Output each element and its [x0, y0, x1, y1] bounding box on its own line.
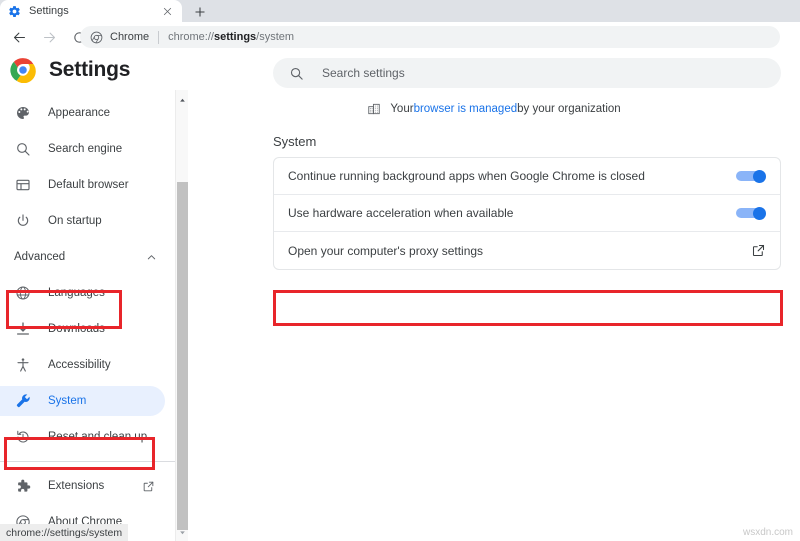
sidebar-item-label: Advanced: [14, 251, 65, 263]
omnibox-url-prefix: chrome://: [168, 31, 214, 43]
row-open-proxy-settings[interactable]: Open your computer's proxy settings: [274, 232, 780, 269]
managed-link[interactable]: browser is managed: [414, 103, 518, 115]
row-hardware-acceleration[interactable]: Use hardware acceleration when available: [274, 195, 780, 232]
address-bar[interactable]: Chrome chrome://settings/system: [80, 26, 780, 48]
sidebar-item-label: Search engine: [48, 143, 122, 155]
domain-building-icon: [367, 102, 381, 116]
row-background-apps[interactable]: Continue running background apps when Go…: [274, 158, 780, 195]
sidebar-nav-list: Appearance Search engine: [0, 95, 175, 540]
wrench-icon: [14, 392, 32, 410]
back-arrow-icon[interactable]: [6, 24, 32, 50]
sidebar-item-label: On startup: [48, 215, 102, 227]
sidebar-item-label: System: [48, 395, 86, 407]
omnibox-url-suffix: /system: [256, 31, 294, 43]
scrollbar-thumb[interactable]: [177, 182, 188, 530]
settings-content: Your browser is managed by your organiza…: [188, 52, 800, 541]
page-title: Settings: [49, 58, 130, 82]
search-icon: [14, 140, 32, 158]
sidebar-item-reset-and-clean-up[interactable]: Reset and clean up: [0, 419, 175, 455]
scroll-up-icon[interactable]: [176, 94, 188, 107]
toggle-background-apps[interactable]: [736, 170, 766, 183]
omnibox-url: chrome://settings/system: [168, 31, 294, 43]
row-label: Use hardware acceleration when available: [288, 206, 736, 220]
sidebar-item-label: Default browser: [48, 179, 129, 191]
sidebar-section-advanced[interactable]: Advanced: [0, 239, 175, 275]
scroll-down-icon[interactable]: [176, 526, 188, 539]
managed-browser-banner: Your browser is managed by your organiza…: [188, 102, 800, 116]
omnibox-url-bold: settings: [214, 31, 256, 43]
forward-arrow-icon[interactable]: [36, 24, 62, 50]
external-link-icon[interactable]: [751, 243, 766, 258]
search-input[interactable]: [320, 65, 765, 81]
toggle-hardware-acceleration[interactable]: [736, 207, 766, 220]
sidebar-item-appearance[interactable]: Appearance: [0, 95, 175, 131]
restore-icon: [14, 428, 32, 446]
settings-sidebar: Settings Appearance: [0, 52, 175, 541]
sidebar-item-languages[interactable]: Languages: [0, 275, 175, 311]
toggle-knob: [753, 170, 766, 183]
new-tab-button[interactable]: [190, 2, 209, 21]
settings-header: Settings: [10, 57, 130, 83]
row-label: Open your computer's proxy settings: [288, 244, 751, 258]
sidebar-item-label: Accessibility: [48, 359, 111, 371]
omnibox-scheme-label: Chrome: [110, 31, 149, 43]
accessibility-icon: [14, 356, 32, 374]
row-label: Continue running background apps when Go…: [288, 169, 736, 183]
sidebar-item-default-browser[interactable]: Default browser: [0, 167, 175, 203]
browser-window-icon: [14, 176, 32, 194]
close-icon[interactable]: [160, 4, 174, 18]
tab-strip: Settings: [0, 0, 800, 22]
sidebar-item-label: Extensions: [48, 480, 104, 492]
search-icon: [289, 66, 304, 81]
palette-icon: [14, 104, 32, 122]
external-link-icon[interactable]: [142, 480, 155, 493]
chrome-browser-window: Settings: [0, 0, 800, 541]
sidebar-item-search-engine[interactable]: Search engine: [0, 131, 175, 167]
power-icon: [14, 212, 32, 230]
search-settings-bar[interactable]: [273, 58, 781, 88]
globe-icon: [14, 284, 32, 302]
managed-text-prefix: Your: [390, 103, 413, 115]
sidebar-item-accessibility[interactable]: Accessibility: [0, 347, 175, 383]
sidebar-item-extensions[interactable]: Extensions: [0, 468, 175, 504]
sidebar-item-on-startup[interactable]: On startup: [0, 203, 175, 239]
chevron-up-icon[interactable]: [146, 252, 157, 263]
system-settings-card: Continue running background apps when Go…: [273, 157, 781, 270]
browser-tab-settings[interactable]: Settings: [0, 0, 182, 22]
sidebar-divider: [0, 461, 175, 462]
settings-page: Settings Appearance: [0, 52, 800, 541]
gear-icon: [8, 5, 21, 18]
watermark: wsxdn.com: [743, 527, 793, 538]
sidebar-item-system[interactable]: System: [0, 383, 175, 419]
sidebar-scrollbar[interactable]: [175, 90, 188, 541]
sidebar-item-label: Reset and clean up: [48, 431, 147, 443]
tab-title: Settings: [29, 5, 160, 17]
omnibox-divider: [158, 31, 159, 44]
chrome-grey-icon: [90, 31, 103, 44]
sidebar-item-downloads[interactable]: Downloads: [0, 311, 175, 347]
sidebar-item-label: Downloads: [48, 323, 105, 335]
status-bubble: chrome://settings/system: [0, 524, 128, 541]
sidebar-item-label: Languages: [48, 287, 105, 299]
chrome-logo: [10, 57, 36, 83]
browser-toolbar: Chrome chrome://settings/system: [0, 22, 800, 52]
puzzle-icon: [14, 477, 32, 495]
sidebar-item-label: Appearance: [48, 107, 110, 119]
download-icon: [14, 320, 32, 338]
section-title-system: System: [273, 134, 316, 149]
managed-text-suffix: by your organization: [517, 103, 621, 115]
toggle-knob: [753, 207, 766, 220]
